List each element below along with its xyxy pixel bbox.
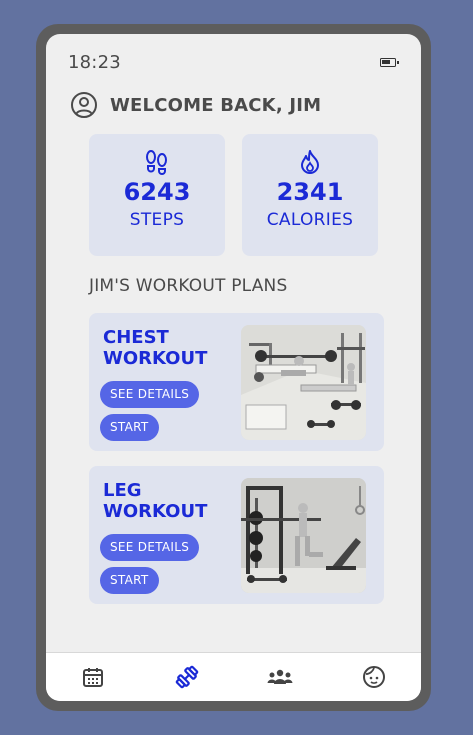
- steps-value: 6243: [123, 178, 191, 206]
- profile-icon[interactable]: [70, 91, 98, 119]
- face-icon[interactable]: [354, 657, 394, 697]
- plan-title: LEG WORKOUT: [103, 480, 208, 522]
- see-details-button[interactable]: SEE DETAILS: [100, 381, 200, 408]
- status-time: 18:23: [68, 52, 121, 73]
- welcome-header: WELCOME BACK, JIM: [70, 90, 321, 120]
- battery-icon: [380, 58, 399, 67]
- start-button[interactable]: START: [100, 414, 159, 441]
- calendar-icon[interactable]: [73, 657, 113, 697]
- calories-card[interactable]: 2341 CALORIES: [242, 134, 378, 256]
- plan-title: CHEST WORKOUT: [103, 327, 208, 369]
- footprints-icon: [143, 148, 171, 176]
- chest-workout-image: [241, 325, 366, 440]
- chest-workout-card[interactable]: CHEST WORKOUT SEE DETAILS START: [89, 313, 384, 451]
- section-title: JIM'S WORKOUT PLANS: [89, 276, 288, 296]
- flame-icon: [299, 148, 321, 176]
- leg-workout-image: [241, 478, 366, 593]
- leg-workout-card[interactable]: LEG WORKOUT SEE DETAILS START: [89, 466, 384, 604]
- phone-frame: 18:23 WELCOME BACK, JIM 6243 STEPS 2341 …: [36, 24, 431, 711]
- app-screen: 18:23 WELCOME BACK, JIM 6243 STEPS 2341 …: [46, 34, 421, 701]
- calories-label: CALORIES: [266, 210, 354, 230]
- start-button[interactable]: START: [100, 567, 159, 594]
- steps-card[interactable]: 6243 STEPS: [89, 134, 225, 256]
- bottom-nav: [46, 652, 421, 701]
- group-icon[interactable]: [260, 657, 300, 697]
- steps-label: STEPS: [129, 210, 185, 230]
- welcome-text: WELCOME BACK, JIM: [110, 94, 322, 116]
- calories-value: 2341: [276, 178, 344, 206]
- dumbbell-icon[interactable]: [167, 657, 207, 697]
- see-details-button[interactable]: SEE DETAILS: [100, 534, 200, 561]
